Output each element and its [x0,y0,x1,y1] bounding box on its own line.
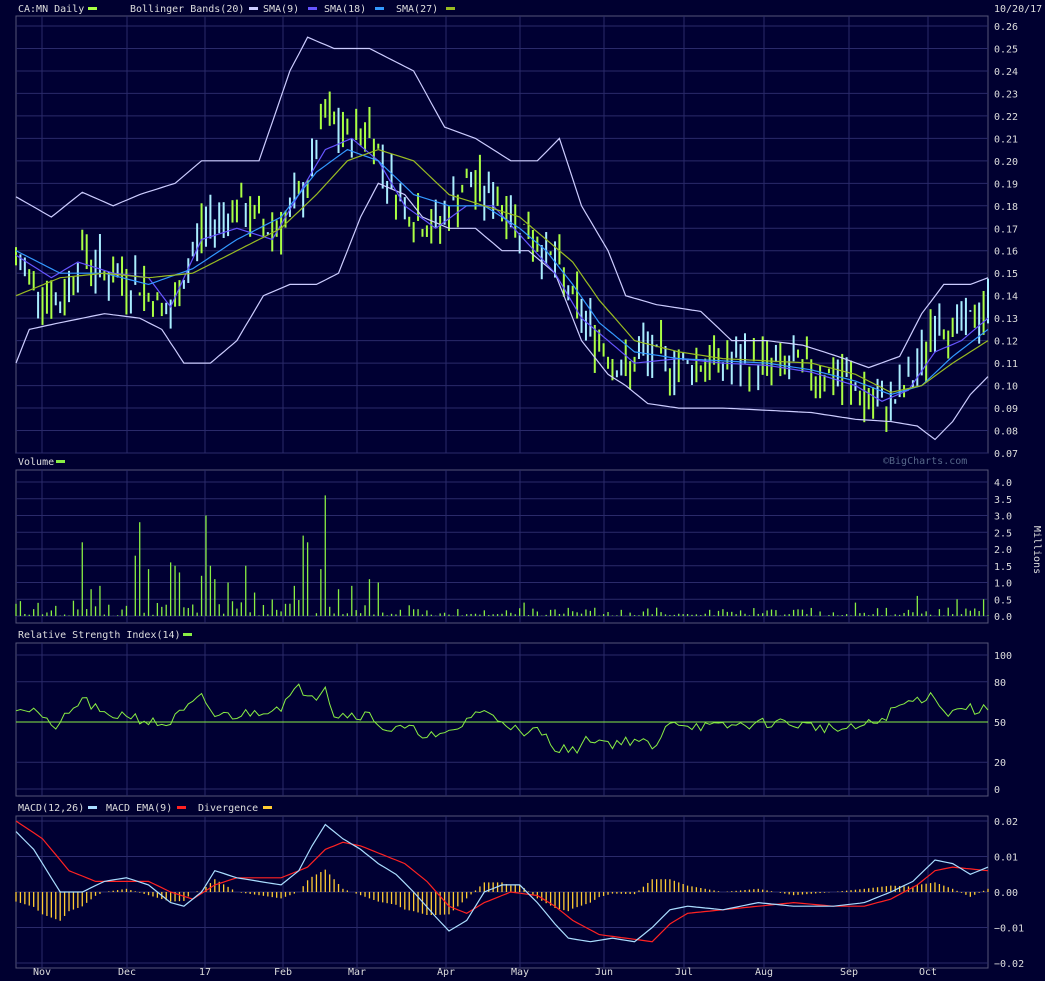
macd-title: MACD(12,26) [18,803,84,814]
price-ytick-label: 0.24 [994,67,1018,78]
date-xtick-label: Dec [118,967,136,978]
macd-ytick-label: 0.01 [994,853,1018,864]
volume-ytick-label: 1.5 [994,562,1012,573]
price-ytick-label: 0.13 [994,314,1018,325]
date-xtick-label: May [511,967,529,978]
rsi-ytick-label: 50 [994,718,1006,729]
date-xtick-label: Sep [840,967,858,978]
volume-ytick-label: 3.5 [994,495,1012,506]
symbol-label: CA:MN Daily [18,4,84,15]
price-ytick-label: 0.08 [994,427,1018,438]
macd-ema-label: MACD EMA(9) [106,803,172,814]
price-ytick-label: 0.23 [994,89,1018,100]
price-ytick-label: 0.17 [994,224,1018,235]
date-xtick-label: Apr [437,967,455,978]
chart-date: 10/20/17 [994,4,1042,15]
price-ytick-label: 0.20 [994,157,1018,168]
sma27-label: SMA(27) [396,4,438,15]
watermark: ©BigCharts.com [883,456,967,467]
price-ytick-label: 0.19 [994,179,1018,190]
date-xtick-label: Jul [675,967,693,978]
bollinger-legend-swatch [249,7,258,10]
date-xtick-label: Jun [595,967,613,978]
divergence-label: Divergence [198,803,258,814]
bollinger-label: Bollinger Bands(20) [130,4,244,15]
macd-ytick-label: 0.00 [994,888,1018,899]
date-xtick-label: Aug [755,967,773,978]
price-ytick-label: 0.26 [994,22,1018,33]
date-xtick-label: Mar [348,967,366,978]
volume-ytick-label: 4.0 [994,478,1012,489]
rsi-title: Relative Strength Index(14) [18,630,181,641]
macd-ytick-label: −0.01 [994,924,1024,935]
macd-ytick-label: −0.02 [994,959,1024,970]
price-ytick-label: 0.25 [994,44,1018,55]
symbol-legend-swatch [88,7,97,10]
volume-title: Volume [18,457,54,468]
volume-ytick-label: 2.0 [994,545,1012,556]
macd-legend-swatch [88,806,97,809]
price-ytick-label: 0.10 [994,382,1018,393]
sma27-legend-swatch [446,7,455,10]
price-ytick-label: 0.15 [994,269,1018,280]
macd-ema-legend-swatch [177,806,186,809]
sma9-label: SMA(9) [263,4,299,15]
volume-unit-label: Millions [1031,526,1042,574]
rsi-ytick-label: 80 [994,678,1006,689]
sma18-label: SMA(18) [324,4,366,15]
sma18-legend-swatch [375,7,384,10]
date-xtick-label: Oct [919,967,937,978]
stock-chart: CA:MN Daily Bollinger Bands(20) SMA(9) S… [0,0,1045,981]
price-ytick-label: 0.12 [994,337,1018,348]
volume-ytick-label: 3.0 [994,512,1012,523]
divergence-legend-swatch [263,806,272,809]
price-ytick-label: 0.09 [994,404,1018,415]
price-ytick-label: 0.21 [994,134,1018,145]
price-ytick-label: 0.18 [994,202,1018,213]
volume-ytick-label: 0.5 [994,595,1012,606]
macd-ytick-label: 0.02 [994,817,1018,828]
rsi-ytick-label: 0 [994,785,1000,796]
rsi-panel-frame [15,642,989,797]
volume-ytick-label: 2.5 [994,528,1012,539]
price-ytick-label: 0.11 [994,359,1018,370]
price-ytick-label: 0.16 [994,247,1018,258]
rsi-legend-swatch [183,633,192,636]
date-xtick-label: Feb [274,967,292,978]
volume-legend-swatch [56,460,65,463]
date-xtick-label: 17 [199,967,211,978]
volume-ytick-label: 0.0 [994,612,1012,623]
price-ytick-label: 0.22 [994,112,1018,123]
price-ytick-label: 0.14 [994,292,1018,303]
price-ytick-label: 0.07 [994,449,1018,460]
volume-ytick-label: 1.0 [994,579,1012,590]
date-xtick-label: Nov [33,967,51,978]
vol-panel-frame [15,469,989,624]
sma9-legend-swatch [308,7,317,10]
rsi-ytick-label: 100 [994,651,1012,662]
rsi-ytick-label: 20 [994,758,1006,769]
